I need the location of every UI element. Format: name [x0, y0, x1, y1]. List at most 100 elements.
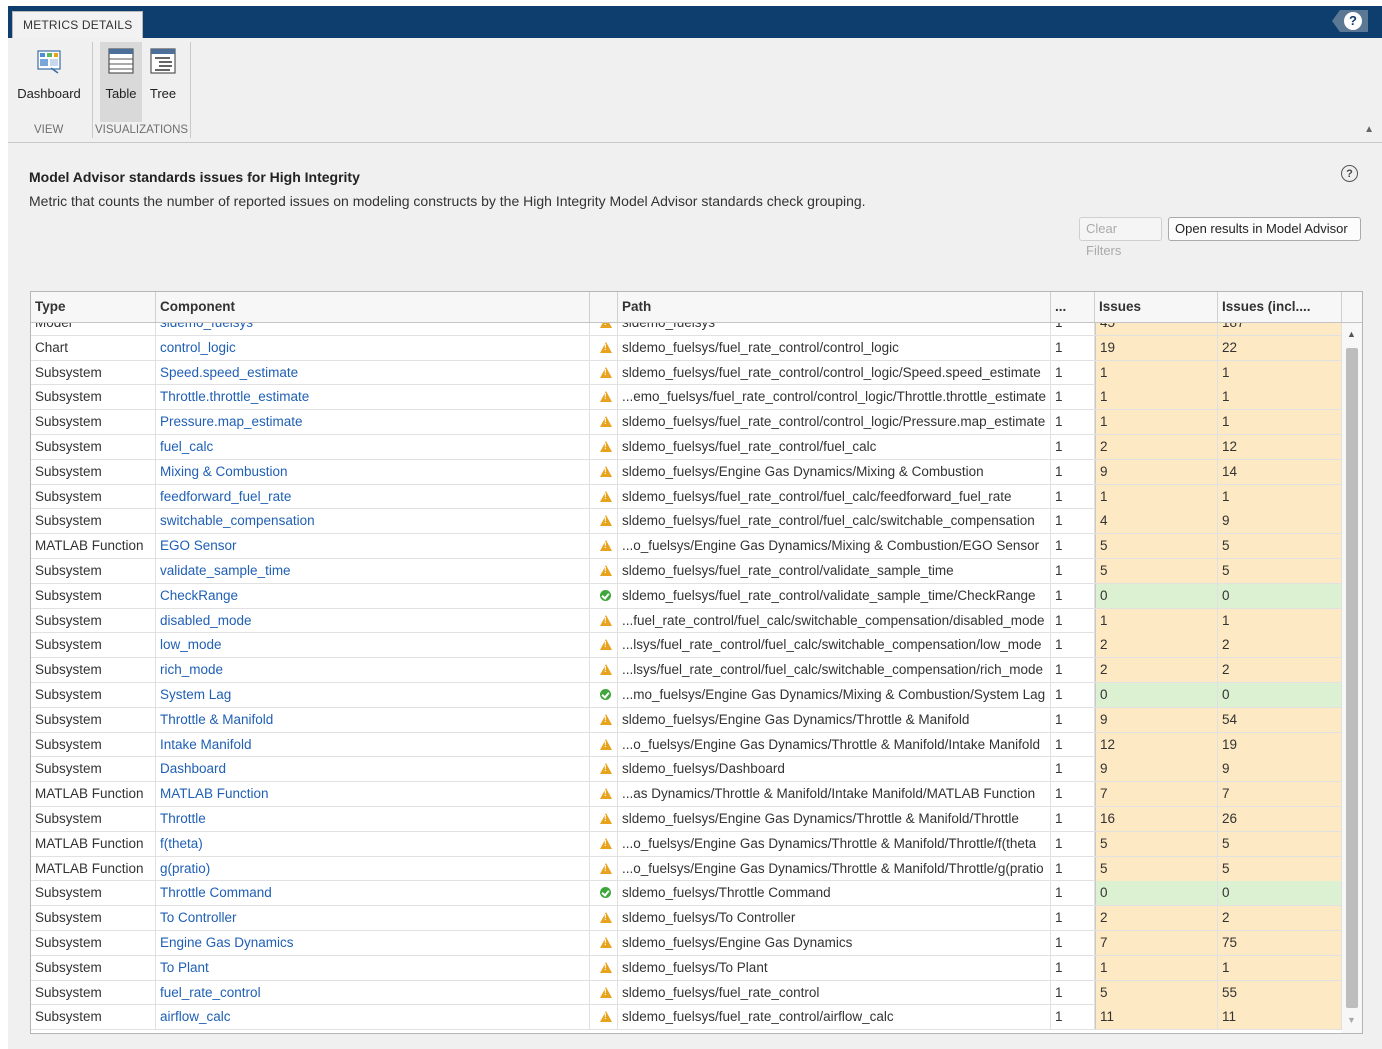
table-row[interactable]: SubsystemDashboard sldemo_fuelsys/Dashboa… [31, 757, 1342, 783]
table-row[interactable]: SubsystemEngine Gas Dynamics sldemo_fuels… [31, 931, 1342, 956]
cell-component-link[interactable]: Mixing & Combustion [156, 459, 590, 484]
vertical-scrollbar[interactable]: ▲ ▼ [1342, 323, 1362, 1033]
table-row[interactable]: Subsystemrich_mode ...lsys/fuel_rate_cont… [31, 658, 1342, 683]
column-header-path[interactable]: Path [618, 292, 1051, 322]
cell-component-link[interactable]: airflow_calc [156, 1005, 590, 1030]
cell-issues: 1 [1095, 410, 1218, 435]
table-row[interactable]: Subsystemfeedforward_fuel_rate sldemo_fue… [31, 484, 1342, 510]
dashboard-button[interactable]: Dashboard [14, 42, 84, 122]
table-button[interactable]: Table [100, 42, 142, 122]
column-header-more[interactable]: ... [1051, 292, 1095, 322]
cell-issues-incl: 1 [1218, 385, 1342, 410]
cell-path: sldemo_fuelsys/To Plant [618, 955, 1051, 980]
table-row[interactable]: SubsystemMixing & Combustion sldemo_fuels… [31, 459, 1342, 485]
cell-type: Subsystem [31, 881, 156, 906]
table-row[interactable]: Subsystemlow_mode ...lsys/fuel_rate_contr… [31, 633, 1342, 659]
table-row[interactable]: Subsystemfuel_rate_control sldemo_fuelsys… [31, 980, 1342, 1006]
cell-status [590, 385, 618, 410]
cell-path: ...lsys/fuel_rate_control/fuel_calc/swit… [618, 658, 1051, 683]
cell-component-link[interactable]: sldemo_fuelsys [156, 323, 590, 335]
column-header-issues-incl[interactable]: Issues (incl.... [1218, 292, 1342, 322]
cell-issues: 9 [1095, 757, 1218, 782]
table-row[interactable]: Subsystemdisabled_mode ...fuel_rate_contr… [31, 608, 1342, 634]
cell-component-link[interactable]: EGO Sensor [156, 534, 590, 559]
cell-component-link[interactable]: Throttle Command [156, 881, 590, 906]
cell-issues-incl: 1 [1218, 955, 1342, 980]
collapse-toolstrip-icon[interactable]: ▲ [1364, 124, 1374, 135]
table-row[interactable]: Subsystem Throttle Command sldemo_fuelsys/… [31, 881, 1342, 907]
table-row[interactable]: SubsystemTo Plant sldemo_fuelsys/To Plant… [31, 955, 1342, 981]
cell-component-link[interactable]: Engine Gas Dynamics [156, 931, 590, 955]
table-row[interactable]: SubsystemThrottle.throttle_estimate ...em… [31, 385, 1342, 411]
cell-component-link[interactable]: g(pratio) [156, 856, 590, 881]
clear-filters-button[interactable]: Clear Filters [1079, 217, 1162, 258]
cell-issues: 0 [1095, 881, 1218, 906]
cell-component-link[interactable]: Throttle & Manifold [156, 707, 590, 732]
metric-help-icon[interactable]: ? [1341, 165, 1358, 182]
cell-component-link[interactable]: Dashboard [156, 757, 590, 782]
section-divider [190, 42, 191, 138]
cell-component-link[interactable]: To Plant [156, 955, 590, 980]
table-row[interactable]: SubsystemPressure.map_estimate sldemo_fue… [31, 410, 1342, 435]
cell-component-link[interactable]: disabled_mode [156, 608, 590, 633]
cell-issues-incl: 26 [1218, 807, 1342, 831]
cell-component-link[interactable]: MATLAB Function [156, 782, 590, 807]
cell-component-link[interactable]: fuel_calc [156, 435, 590, 459]
open-in-model-advisor-button[interactable]: Open results in Model Advisor [1168, 217, 1361, 241]
cell-component-link[interactable]: CheckRange [156, 583, 590, 608]
cell-component-link[interactable]: fuel_rate_control [156, 980, 590, 1005]
scrollbar-thumb[interactable] [1346, 348, 1358, 1008]
column-header-type[interactable]: Type [31, 292, 156, 322]
column-header-issues[interactable]: Issues [1095, 292, 1218, 322]
cell-issues: 0 [1095, 583, 1218, 608]
cell-component-link[interactable]: Pressure.map_estimate [156, 410, 590, 435]
cell-component-link[interactable]: validate_sample_time [156, 559, 590, 583]
warning-icon [600, 515, 612, 527]
table-row[interactable]: MATLAB Functionf(theta) ...o_fuelsys/Engi… [31, 831, 1342, 857]
cell-path: sldemo_fuelsys/fuel_rate_control/validat… [618, 583, 1051, 608]
cell-component-link[interactable]: System Lag [156, 683, 590, 707]
scroll-up-arrow-icon[interactable]: ▲ [1347, 329, 1356, 339]
cell-status [590, 534, 618, 559]
cell-component-link[interactable]: feedforward_fuel_rate [156, 484, 590, 509]
table-row[interactable]: SubsystemThrottle sldemo_fuelsys/Engine G… [31, 807, 1342, 832]
table-row[interactable]: Subsystemairflow_calc sldemo_fuelsys/fuel… [31, 1005, 1342, 1031]
cell-issues-incl: 2 [1218, 658, 1342, 683]
table-row[interactable]: MATLAB FunctionMATLAB Function ...as Dyna… [31, 782, 1342, 807]
cell-component-link[interactable]: Speed.speed_estimate [156, 360, 590, 385]
cell-component-link[interactable]: switchable_compensation [156, 509, 590, 534]
cell-issues: 7 [1095, 782, 1218, 807]
table-row[interactable]: Subsystemvalidate_sample_time sldemo_fuel… [31, 559, 1342, 584]
table-row[interactable]: SubsystemThrottle & Manifold sldemo_fuels… [31, 707, 1342, 733]
table-row[interactable]: Subsystemfuel_calc sldemo_fuelsys/fuel_ra… [31, 435, 1342, 460]
column-header-status[interactable] [590, 292, 618, 322]
cell-component-link[interactable]: f(theta) [156, 831, 590, 856]
cell-component-link[interactable]: Intake Manifold [156, 732, 590, 757]
cell-issues-incl: 19 [1218, 732, 1342, 757]
column-header-component[interactable]: Component [156, 292, 590, 322]
table-row[interactable]: MATLAB Functiong(pratio) ...o_fuelsys/Eng… [31, 856, 1342, 882]
table-row[interactable]: Chartcontrol_logic sldemo_fuelsys/fuel_ra… [31, 335, 1342, 361]
tree-button[interactable]: Tree [144, 42, 182, 122]
table-row[interactable]: SubsystemTo Controller sldemo_fuelsys/To … [31, 906, 1342, 931]
table-row[interactable]: Modelsldemo_fuelsyssldemo_fuelsys145187 [31, 323, 1342, 336]
table-row[interactable]: Subsystem CheckRange sldemo_fuelsys/fuel_r… [31, 583, 1342, 609]
scroll-down-arrow-icon[interactable]: ▼ [1347, 1015, 1356, 1025]
cell-component-link[interactable]: control_logic [156, 335, 590, 360]
cell-component-link[interactable]: Throttle [156, 807, 590, 831]
table-row[interactable]: MATLAB FunctionEGO Sensor ...o_fuelsys/En… [31, 534, 1342, 559]
cell-component-link[interactable]: rich_mode [156, 658, 590, 683]
tab-metrics-details[interactable]: METRICS DETAILS [12, 11, 144, 39]
table-row[interactable]: Subsystemswitchable_compensation sldemo_f… [31, 509, 1342, 535]
table-row[interactable]: Subsystem System Lag ...mo_fuelsys/Engine … [31, 683, 1342, 708]
cell-component-link[interactable]: Throttle.throttle_estimate [156, 385, 590, 410]
cell-issues-incl: 5 [1218, 831, 1342, 856]
table-row[interactable]: SubsystemSpeed.speed_estimate sldemo_fuel… [31, 360, 1342, 386]
cell-count: 1 [1051, 980, 1095, 1005]
cell-component-link[interactable]: To Controller [156, 906, 590, 931]
help-button[interactable]: ? [1332, 10, 1368, 32]
cell-component-link[interactable]: low_mode [156, 633, 590, 658]
table-row[interactable]: SubsystemIntake Manifold ...o_fuelsys/Eng… [31, 732, 1342, 758]
cell-type: Chart [31, 335, 156, 360]
cell-issues-incl: 54 [1218, 707, 1342, 732]
